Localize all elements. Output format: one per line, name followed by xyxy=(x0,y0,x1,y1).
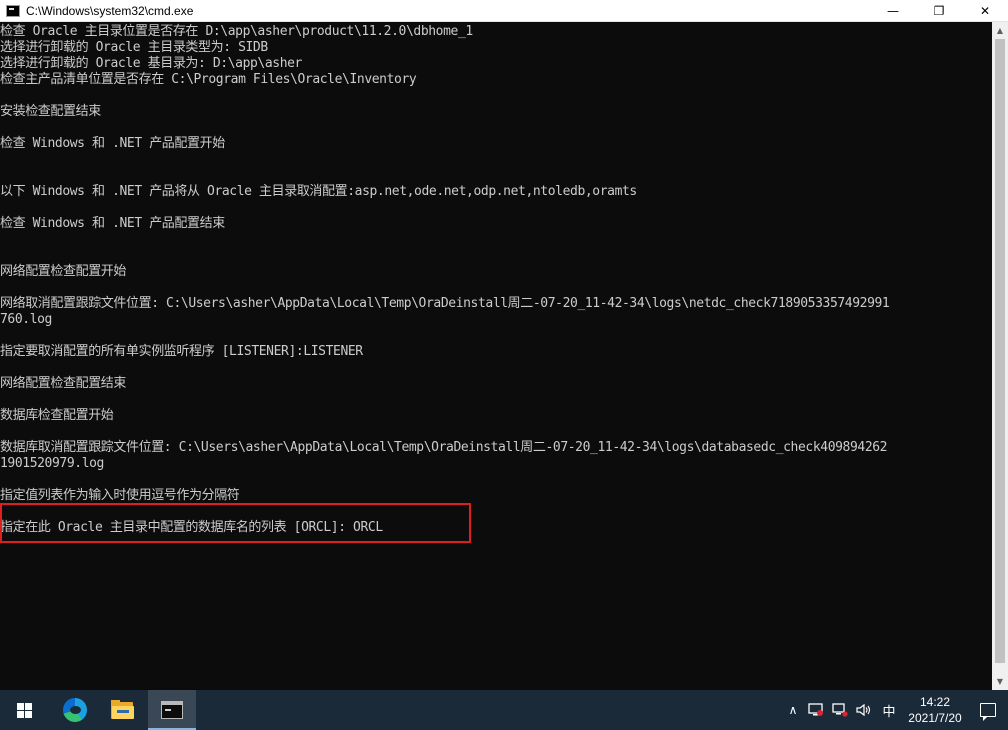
console-line: 网络配置检查配置结束 xyxy=(0,376,127,391)
console-line: 检查主产品清单位置是否存在 C:\Program Files\Oracle\In… xyxy=(0,72,417,87)
network-icon[interactable] xyxy=(828,690,852,730)
taskbar-cmd[interactable] xyxy=(148,690,196,730)
scroll-up-icon[interactable]: ▲ xyxy=(992,22,1008,39)
console-line: 选择进行卸载的 Oracle 基目录为: D:\app\asher xyxy=(0,56,302,71)
console-line: 安装检查配置结束 xyxy=(0,104,101,119)
minimize-button[interactable]: — xyxy=(870,0,916,22)
clock-time: 14:22 xyxy=(919,695,951,709)
window-titlebar[interactable]: C:\Windows\system32\cmd.exe — ❐ ✕ xyxy=(0,0,1008,22)
tray-chevron-icon[interactable]: ∧ xyxy=(782,690,804,730)
console-line: 指定值列表作为输入时使用逗号作为分隔符 xyxy=(0,488,240,503)
console-line: 1901520979.log xyxy=(0,456,104,471)
system-tray: ∧ 中 14:22 2021/7/20 xyxy=(782,690,1008,730)
taskbar: ∧ 中 14:22 2021/7/20 xyxy=(0,690,1008,730)
windows-logo-icon xyxy=(16,702,32,718)
close-button[interactable]: ✕ xyxy=(962,0,1008,22)
taskbar-edge[interactable] xyxy=(51,690,99,730)
tray-network-remote-icon[interactable] xyxy=(804,690,828,730)
clock-date: 2021/7/20 xyxy=(908,711,962,725)
taskbar-file-explorer[interactable] xyxy=(99,690,147,730)
ime-indicator[interactable]: 中 xyxy=(876,690,902,730)
scroll-thumb[interactable] xyxy=(995,39,1005,663)
console-line: 检查 Oracle 主目录位置是否存在 D:\app\asher\product… xyxy=(0,24,473,39)
console-line: 网络配置检查配置开始 xyxy=(0,264,127,279)
console-line: 760.log xyxy=(0,312,52,327)
console-line: 网络取消配置跟踪文件位置: C:\Users\asher\AppData\Loc… xyxy=(0,296,890,311)
console-line: 指定要取消配置的所有单实例监听程序 [LISTENER]:LISTENER xyxy=(0,344,363,359)
maximize-button[interactable]: ❐ xyxy=(916,0,962,22)
cmd-icon xyxy=(161,701,183,719)
console-line: 数据库检查配置开始 xyxy=(0,408,114,423)
vertical-scrollbar[interactable]: ▲ ▼ xyxy=(992,22,1008,690)
tray-clock[interactable]: 14:22 2021/7/20 xyxy=(902,694,968,726)
start-button[interactable] xyxy=(0,690,48,730)
console-line: 选择进行卸载的 Oracle 主目录类型为: SIDB xyxy=(0,40,268,55)
window-controls: — ❐ ✕ xyxy=(870,0,1008,22)
console-line: 检查 Windows 和 .NET 产品配置开始 xyxy=(0,136,225,151)
cmd-app-icon[interactable] xyxy=(6,4,20,17)
edge-browser-icon xyxy=(63,698,87,722)
console-line: 以下 Windows 和 .NET 产品将从 Oracle 主目录取消配置:as… xyxy=(0,184,637,199)
scroll-down-icon[interactable]: ▼ xyxy=(992,673,1008,690)
folder-icon xyxy=(111,700,135,720)
window-title: C:\Windows\system32\cmd.exe xyxy=(26,3,194,18)
notification-button[interactable] xyxy=(968,690,1008,730)
notification-icon xyxy=(980,703,996,721)
console-line: 数据库取消配置跟踪文件位置: C:\Users\asher\AppData\Lo… xyxy=(0,440,888,455)
volume-icon[interactable] xyxy=(852,690,876,730)
console-line: 检查 Windows 和 .NET 产品配置结束 xyxy=(0,216,225,231)
console-output[interactable]: 检查 Oracle 主目录位置是否存在 D:\app\asher\product… xyxy=(0,22,992,690)
red-highlight-box xyxy=(0,503,471,543)
